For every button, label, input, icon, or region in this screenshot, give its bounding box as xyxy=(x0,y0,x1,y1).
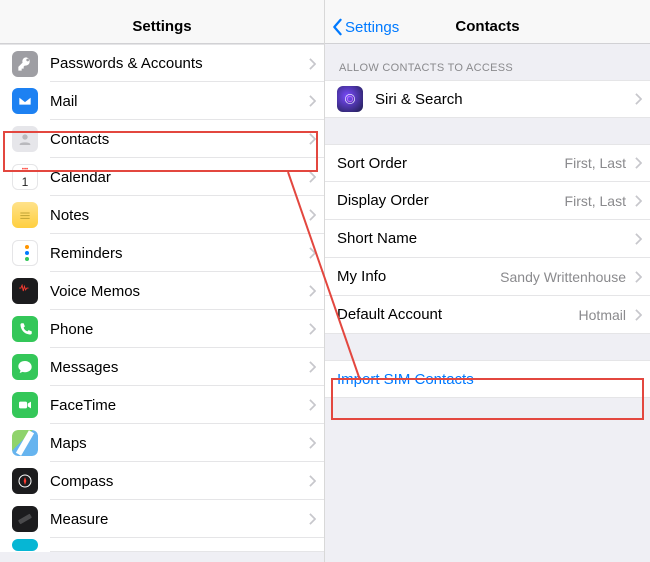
chevron-right-icon xyxy=(632,195,650,207)
settings-list[interactable]: Passwords & Accounts Mail Contacts xyxy=(0,44,324,562)
siri-icon xyxy=(337,86,363,112)
row-label: Maps xyxy=(50,435,306,452)
chevron-right-icon xyxy=(632,93,650,105)
row-label: Siri & Search xyxy=(375,91,632,108)
status-bar xyxy=(325,0,650,10)
row-label: Sort Order xyxy=(337,155,565,172)
notes-icon xyxy=(12,202,38,228)
facetime-icon xyxy=(12,392,38,418)
section-header: ALLOW CONTACTS TO ACCESS xyxy=(325,44,650,80)
section-gap xyxy=(325,334,650,360)
row-contacts[interactable]: Contacts xyxy=(0,120,324,158)
measure-icon xyxy=(12,506,38,532)
row-value: First, Last xyxy=(565,155,632,171)
chevron-left-icon xyxy=(331,18,343,36)
chevron-right-icon xyxy=(306,95,324,107)
row-label: Messages xyxy=(50,359,306,376)
row-facetime[interactable]: FaceTime xyxy=(0,386,324,424)
row-siri-search[interactable]: Siri & Search xyxy=(325,80,650,118)
row-mail[interactable]: Mail xyxy=(0,82,324,120)
row-value: First, Last xyxy=(565,193,632,209)
row-notes[interactable]: Notes xyxy=(0,196,324,234)
row-label: Voice Memos xyxy=(50,283,306,300)
messages-icon xyxy=(12,354,38,380)
reminders-icon xyxy=(12,240,38,266)
row-sort-order[interactable]: Sort Order First, Last xyxy=(325,144,650,182)
row-label: Compass xyxy=(50,473,306,490)
row-label: FaceTime xyxy=(50,397,306,414)
row-label: Display Order xyxy=(337,192,565,209)
contacts-settings-pane: Settings Contacts ALLOW CONTACTS TO ACCE… xyxy=(325,0,650,562)
chevron-right-icon xyxy=(306,475,324,487)
row-label: My Info xyxy=(337,268,500,285)
row-compass[interactable]: Compass xyxy=(0,462,324,500)
chevron-right-icon xyxy=(306,513,324,525)
nav-bar: Settings Contacts xyxy=(325,10,650,44)
maps-icon xyxy=(12,430,38,456)
row-maps[interactable]: Maps xyxy=(0,424,324,462)
nav-bar: Settings xyxy=(0,10,324,44)
chevron-right-icon xyxy=(306,133,324,145)
chevron-right-icon xyxy=(306,399,324,411)
row-display-order[interactable]: Display Order First, Last xyxy=(325,182,650,220)
chevron-right-icon xyxy=(306,58,324,70)
chevron-right-icon xyxy=(632,157,650,169)
mail-icon xyxy=(12,88,38,114)
row-label: Import SIM Contacts xyxy=(337,371,650,388)
row-label: Reminders xyxy=(50,245,306,262)
row-value: Hotmail xyxy=(579,307,632,323)
row-reminders[interactable]: Reminders xyxy=(0,234,324,272)
phone-icon xyxy=(12,316,38,342)
chevron-right-icon xyxy=(306,323,324,335)
row-phone[interactable]: Phone xyxy=(0,310,324,348)
row-value: Sandy Writtenhouse xyxy=(500,269,632,285)
chevron-right-icon xyxy=(306,437,324,449)
chevron-right-icon xyxy=(306,247,324,259)
row-label: Notes xyxy=(50,207,306,224)
section-gap xyxy=(325,118,650,144)
row-label: Calendar xyxy=(50,169,306,186)
row-voice-memos[interactable]: Voice Memos xyxy=(0,272,324,310)
row-short-name[interactable]: Short Name xyxy=(325,220,650,258)
row-label: Mail xyxy=(50,93,306,110)
partial-icon xyxy=(12,539,38,551)
row-partial[interactable] xyxy=(0,538,324,552)
row-my-info[interactable]: My Info Sandy Writtenhouse xyxy=(325,258,650,296)
settings-pane: Settings Passwords & Accounts Mail xyxy=(0,0,325,562)
chevron-right-icon xyxy=(306,285,324,297)
chevron-right-icon xyxy=(632,233,650,245)
calendar-icon: ••• 1 xyxy=(12,164,38,190)
row-default-account[interactable]: Default Account Hotmail xyxy=(325,296,650,334)
compass-icon xyxy=(12,468,38,494)
row-label: Passwords & Accounts xyxy=(50,55,306,72)
row-measure[interactable]: Measure xyxy=(0,500,324,538)
chevron-right-icon xyxy=(306,209,324,221)
chevron-right-icon xyxy=(632,309,650,321)
key-icon xyxy=(12,51,38,77)
row-passwords-accounts[interactable]: Passwords & Accounts xyxy=(0,44,324,82)
contacts-settings-list[interactable]: ALLOW CONTACTS TO ACCESS Siri & Search S… xyxy=(325,44,650,562)
contacts-icon xyxy=(12,126,38,152)
row-messages[interactable]: Messages xyxy=(0,348,324,386)
row-label: Default Account xyxy=(337,306,579,323)
chevron-right-icon xyxy=(306,361,324,373)
row-import-sim-contacts[interactable]: Import SIM Contacts xyxy=(325,360,650,398)
chevron-right-icon xyxy=(306,171,324,183)
page-title: Contacts xyxy=(455,18,519,35)
voice-memos-icon xyxy=(12,278,38,304)
back-label: Settings xyxy=(345,19,399,36)
status-bar xyxy=(0,0,324,10)
row-calendar[interactable]: ••• 1 Calendar xyxy=(0,158,324,196)
row-label: Phone xyxy=(50,321,306,338)
page-title: Settings xyxy=(132,18,191,35)
row-label: Short Name xyxy=(337,230,626,247)
back-button[interactable]: Settings xyxy=(331,10,399,44)
row-label: Measure xyxy=(50,511,306,528)
row-label: Contacts xyxy=(50,131,306,148)
chevron-right-icon xyxy=(632,271,650,283)
